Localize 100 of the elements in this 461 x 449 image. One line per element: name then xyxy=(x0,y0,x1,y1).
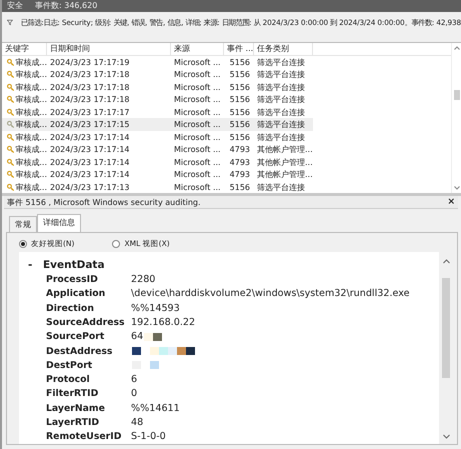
scroll-thumb[interactable] xyxy=(442,278,450,378)
scrollbar[interactable] xyxy=(451,42,461,194)
table-cell: Microsoft ... xyxy=(174,120,221,130)
table-row[interactable]: 审核成... 2024/3/23 17:17:14 Microsoft ... 5156 筛选平台连接 xyxy=(2,130,451,144)
table-cell: 5156 xyxy=(230,82,250,92)
field-name: Direction xyxy=(46,302,95,314)
table-row[interactable]: 审核成... 2024/3/23 17:17:19 Microsoft ... 5156 筛选平台连接 xyxy=(2,56,451,68)
field-name: LayerRTID xyxy=(46,417,100,428)
key-icon xyxy=(7,145,14,154)
field-value: \device\harddiskvolume2\windows\system32\rundll32.exe xyxy=(131,288,410,300)
key-icon xyxy=(7,170,14,180)
table-cell: Microsoft ... xyxy=(174,95,221,104)
field-name: LayerName xyxy=(46,402,106,414)
field-name: ProcessID xyxy=(46,274,99,286)
table-row[interactable]: 审核成... 2024/3/23 17:17:18 Microsoft ... 5156 筛选平台连接 xyxy=(2,93,451,106)
table-cell: 审核成... xyxy=(15,169,47,180)
table-cell: 审核成... xyxy=(15,106,47,118)
field-name: FilterRTID xyxy=(46,388,100,400)
event-count: 事件数: 346,620 xyxy=(35,0,98,12)
table-cell: Microsoft ... xyxy=(174,182,221,192)
field-name: SourcePort xyxy=(46,331,106,342)
table-row[interactable]: 审核成... 2024/3/23 17:17:13 Microsoft ... 5156 筛选平台连接 xyxy=(2,180,451,194)
column-header[interactable]: 日期和时间 xyxy=(47,42,171,55)
log-name: 安全 xyxy=(7,0,23,12)
table-cell: 2024/3/23 17:17:14 xyxy=(50,170,130,180)
key-icon xyxy=(7,182,14,192)
close-button[interactable]: × xyxy=(447,197,455,208)
tab[interactable]: 详细信息 xyxy=(37,214,81,232)
table-cell: 筛选平台连接 xyxy=(257,69,305,80)
table-cell: 审核成... xyxy=(15,119,47,130)
table-row[interactable]: 审核成... 2024/3/23 17:17:14 Microsoft ... 4793 其他帐户管理... xyxy=(2,156,451,168)
table-cell: 2024/3/23 17:17:14 xyxy=(50,158,130,167)
column-header[interactable]: 事件 ... xyxy=(224,42,254,55)
table-cell: 2024/3/23 17:17:13 xyxy=(50,182,130,192)
table-cell: Microsoft ... xyxy=(174,145,221,154)
column-header[interactable]: 任务类别 xyxy=(254,42,313,55)
filter-icon xyxy=(7,18,13,27)
field-name: SourceAddress xyxy=(46,316,126,328)
table-cell: 5156 xyxy=(230,132,250,142)
table-cell: 其他帐户管理... xyxy=(257,169,313,180)
field-value: 0 xyxy=(131,388,138,400)
tab[interactable]: 常规 xyxy=(9,216,37,232)
field-name: Application xyxy=(46,288,106,300)
collapse-toggle[interactable]: - xyxy=(28,258,34,271)
table-cell: 5156 xyxy=(230,120,250,130)
table-cell: 4793 xyxy=(230,170,250,180)
key-icon xyxy=(7,70,14,80)
field-value: S-1-0-0 xyxy=(131,431,166,442)
table-cell: 审核成... xyxy=(15,94,47,106)
field-value: 2280 xyxy=(131,274,156,286)
table-cell: Microsoft ... xyxy=(174,158,221,167)
table-cell: 5156 xyxy=(230,95,250,104)
event-title: 事件 5156 , Microsoft Windows security auditing. xyxy=(7,196,201,208)
table-cell: 2024/3/23 17:17:18 xyxy=(50,95,130,104)
field-value: 64 xyxy=(131,331,144,342)
table-cell: 审核成... xyxy=(15,144,47,156)
table-cell: 审核成... xyxy=(15,132,47,143)
field-name: DestAddress xyxy=(46,346,114,357)
scroll-thumb[interactable] xyxy=(454,90,460,100)
field-name: Protocol xyxy=(46,374,91,386)
table-cell: 筛选平台连接 xyxy=(257,56,305,68)
table-cell: 4793 xyxy=(230,158,250,167)
table-cell: 筛选平台连接 xyxy=(257,94,305,106)
table-row[interactable]: 审核成... 2024/3/23 17:17:15 Microsoft ... 5156 筛选平台连接 xyxy=(2,118,313,131)
field-name: RemoteUserID xyxy=(46,431,122,442)
table-cell: 5156 xyxy=(230,108,250,117)
key-icon xyxy=(7,95,14,104)
table-cell: 审核成... xyxy=(15,182,47,193)
table-cell: 4793 xyxy=(230,145,250,154)
table-cell: Microsoft ... xyxy=(174,108,221,117)
field-value: %%14611 xyxy=(131,402,180,414)
table-cell: 审核成... xyxy=(15,56,47,68)
table-row[interactable]: 审核成... 2024/3/23 17:17:18 Microsoft ... 5156 筛选平台连接 xyxy=(2,68,451,81)
table-row[interactable]: 审核成... 2024/3/23 17:17:17 Microsoft ... 5156 筛选平台连接 xyxy=(2,106,451,118)
table-cell: 5156 xyxy=(230,70,250,80)
table-cell: Microsoft ... xyxy=(174,58,221,67)
table-cell: 筛选平台连接 xyxy=(257,132,305,143)
radio-button[interactable] xyxy=(112,240,120,248)
table-row[interactable]: 审核成... 2024/3/23 17:17:14 Microsoft ... 4793 其他帐户管理... xyxy=(2,143,451,156)
column-header[interactable]: 关键字 xyxy=(2,42,47,55)
table-row[interactable]: 审核成... 2024/3/23 17:17:18 Microsoft ... 5156 筛选平台连接 xyxy=(2,80,451,94)
table-cell: 筛选平台连接 xyxy=(257,182,305,193)
table-cell: 2024/3/23 17:17:18 xyxy=(50,70,130,80)
column-header[interactable]: 来源 xyxy=(171,42,224,55)
field-value: %%14593 xyxy=(131,302,180,314)
table-cell: 2024/3/23 17:17:15 xyxy=(50,120,130,130)
key-icon xyxy=(7,82,14,92)
field-value: 48 xyxy=(131,417,144,428)
key-icon xyxy=(7,158,14,167)
table-cell: 2024/3/23 17:17:14 xyxy=(50,132,130,142)
table-cell: Microsoft ... xyxy=(174,82,221,92)
radio-button[interactable] xyxy=(19,240,27,248)
table-row[interactable]: 审核成... 2024/3/23 17:17:14 Microsoft ... 4793 其他帐户管理... xyxy=(2,168,451,181)
table-cell: 审核成... xyxy=(15,156,47,168)
table-cell: 2024/3/23 17:17:17 xyxy=(50,108,130,117)
table-cell: 审核成... xyxy=(15,69,47,80)
table-cell: 筛选平台连接 xyxy=(257,82,305,93)
field-value: 6 xyxy=(131,374,138,386)
table-cell: Microsoft ... xyxy=(174,70,221,80)
table-cell: 审核成... xyxy=(15,82,47,93)
